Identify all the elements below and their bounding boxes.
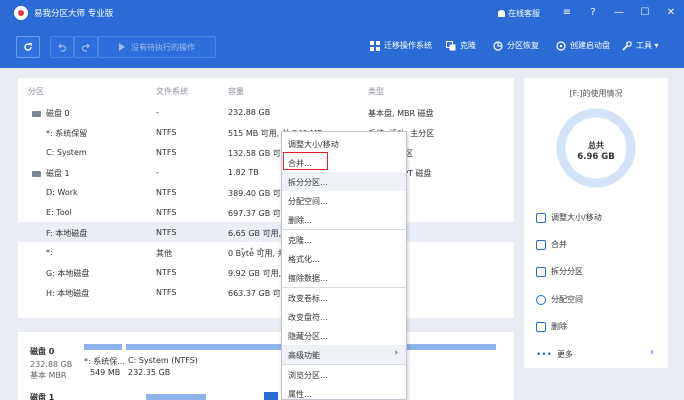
usage-total-value: 6.96 GB: [577, 152, 615, 162]
redo-button[interactable]: [74, 36, 98, 58]
disk-map: 磁盘 0 232.88 GB 基本 MBR *: 系统保... 549 MB C…: [18, 332, 514, 400]
disk-icon: [32, 110, 41, 117]
close-button[interactable]: ✕: [658, 0, 684, 26]
resize-icon: [536, 212, 546, 223]
disk1-label: 磁盘 1: [30, 393, 55, 400]
delete-icon: [536, 321, 546, 332]
split-icon: [536, 266, 546, 277]
c-partition-size: 232.35 GB: [128, 368, 171, 377]
menu-item-resize[interactable]: 调整大小/移动: [282, 134, 406, 153]
table-row[interactable]: C: System NTFS 132.58 GB 可用, 共 启动, 主分区: [18, 142, 514, 162]
menu-item-hide[interactable]: 隐藏分区...: [282, 326, 406, 345]
action-split[interactable]: 拆分分区: [536, 266, 583, 277]
table-row-selected[interactable]: F: 本地磁盘 NTFS 6.65 GB 可用, 共 主分区: [18, 222, 514, 242]
col-type: 类型: [368, 87, 384, 96]
migrate-os-icon: [370, 40, 380, 51]
col-capacity: 容量: [228, 87, 244, 96]
menu-item-format[interactable]: 格式化...: [282, 249, 406, 268]
d-partition-bar[interactable]: [146, 394, 206, 400]
action-merge[interactable]: 合并: [536, 239, 567, 250]
usage-total-label: 总共: [588, 141, 604, 150]
action-more[interactable]: ••• 更多: [536, 349, 573, 360]
c-partition-name: C: System (NTFS): [128, 356, 198, 365]
recovery-icon: [493, 40, 503, 51]
merge-icon: [536, 239, 546, 250]
menu-item-allocate[interactable]: 分配空间...: [282, 191, 406, 210]
help-button[interactable]: ?: [580, 0, 606, 26]
bootdisk-icon: [556, 40, 566, 51]
action-resize[interactable]: 调整大小/移动: [536, 212, 602, 223]
menu-item-change-label[interactable]: 改变卷标...: [282, 288, 406, 307]
f-partition-bar[interactable]: [264, 392, 278, 400]
disk0-label: 磁盘 0: [30, 347, 55, 356]
undo-button[interactable]: [50, 36, 74, 58]
app-logo-icon: [14, 6, 28, 20]
disk-icon: [32, 170, 41, 177]
usage-title: [F:]的使用情况: [569, 89, 623, 98]
redo-icon: [81, 43, 90, 52]
col-partition: 分区: [28, 87, 44, 96]
table-row-disk1[interactable]: 磁盘 1 - 1.82 TB 基本盘, GPT 磁盘: [18, 162, 514, 182]
action-allocate[interactable]: 分配空间: [536, 294, 583, 305]
maximize-button[interactable]: ☐: [632, 0, 658, 26]
execute-pending-button[interactable]: 没有待执行的操作: [98, 36, 216, 58]
tools-menu-button[interactable]: 工具 ▾: [622, 40, 659, 51]
menu-item-properties[interactable]: 属性...: [282, 384, 406, 400]
menu-item-split[interactable]: 拆分分区...: [282, 172, 406, 191]
menu-item-clone[interactable]: 克隆...: [282, 230, 406, 249]
undo-icon: [58, 43, 67, 52]
allocate-icon: [536, 294, 546, 305]
menu-item-browse[interactable]: 浏览分区...: [282, 365, 406, 384]
table-row[interactable]: *: 其他 0 Byte 可用, 共 主分区: [18, 242, 514, 262]
play-icon: [119, 43, 125, 51]
clone-icon: [446, 40, 456, 50]
reserved-partition-name: *: 系统保...: [84, 357, 125, 366]
clone-button[interactable]: 克隆: [446, 40, 476, 51]
chevron-right-icon[interactable]: ›: [650, 347, 654, 358]
table-row-disk0[interactable]: 磁盘 0 - 232.88 GB 基本盘, MBR 磁盘: [18, 102, 514, 122]
panel-resize-handle[interactable]: • • •: [240, 245, 264, 254]
menu-button[interactable]: ≡: [554, 0, 580, 26]
context-menu: 调整大小/移动 合并... 拆分分区... 分配空间... 删除... 克隆..…: [281, 131, 407, 400]
table-row[interactable]: H: 本地磁盘 NTFS 663.37 GB 可用, 共 主分区: [18, 282, 514, 302]
table-header: 分区 文件系统 容量 类型: [18, 78, 514, 100]
disk0-type: 基本 MBR: [30, 371, 67, 380]
menu-item-delete[interactable]: 删除...: [282, 210, 406, 229]
refresh-icon: [24, 42, 32, 51]
partition-table: 分区 文件系统 容量 类型 磁盘 0 - 232.88 GB 基本盘, MBR …: [18, 78, 514, 318]
table-row[interactable]: G: 本地磁盘 NTFS 9.92 GB 可用, 共 主分区: [18, 262, 514, 282]
menu-item-change-letter[interactable]: 改变盘符...: [282, 307, 406, 326]
usage-panel: [F:]的使用情况 总共 6.96 GB 调整大小/移动 合并 拆分分区 分配空…: [524, 78, 668, 368]
disk0-size: 232.88 GB: [30, 360, 73, 369]
tools-icon: [622, 40, 632, 51]
menu-item-advanced[interactable]: 高级功能 ›: [282, 345, 406, 364]
refresh-button[interactable]: [16, 36, 40, 58]
title-bar: 易我分区大师 专业版 在线客服 ≡ ? — ☐ ✕: [0, 0, 684, 26]
reserved-partition-bar[interactable]: [84, 344, 122, 350]
table-row[interactable]: D: Work NTFS 389.40 GB 可用, 共 主分区: [18, 182, 514, 202]
online-service-link[interactable]: 在线客服: [498, 8, 540, 19]
highlight-box-merge: [283, 152, 328, 170]
minimize-button[interactable]: —: [606, 0, 632, 26]
menu-item-wipe[interactable]: 擦除数据...: [282, 268, 406, 287]
reserved-partition-size: 549 MB: [90, 368, 121, 377]
migrate-os-button[interactable]: 迁移操作系统: [370, 40, 432, 51]
action-delete[interactable]: 删除: [536, 321, 567, 332]
table-row[interactable]: E: Tool NTFS 697.37 GB 可用, 共 主分区: [18, 202, 514, 222]
submenu-arrow-icon: ›: [394, 348, 398, 358]
app-title: 易我分区大师 专业版: [34, 9, 114, 19]
bell-icon: [498, 9, 505, 17]
col-filesystem: 文件系统: [156, 87, 188, 96]
more-icon: •••: [536, 349, 552, 360]
create-bootdisk-button[interactable]: 创建启动盘: [556, 40, 610, 51]
table-row[interactable]: *: 系统保留 NTFS 515 MB 可用, 共 549 MB 系统, 活动,…: [18, 122, 514, 142]
partition-recovery-button[interactable]: 分区恢复: [493, 40, 539, 51]
